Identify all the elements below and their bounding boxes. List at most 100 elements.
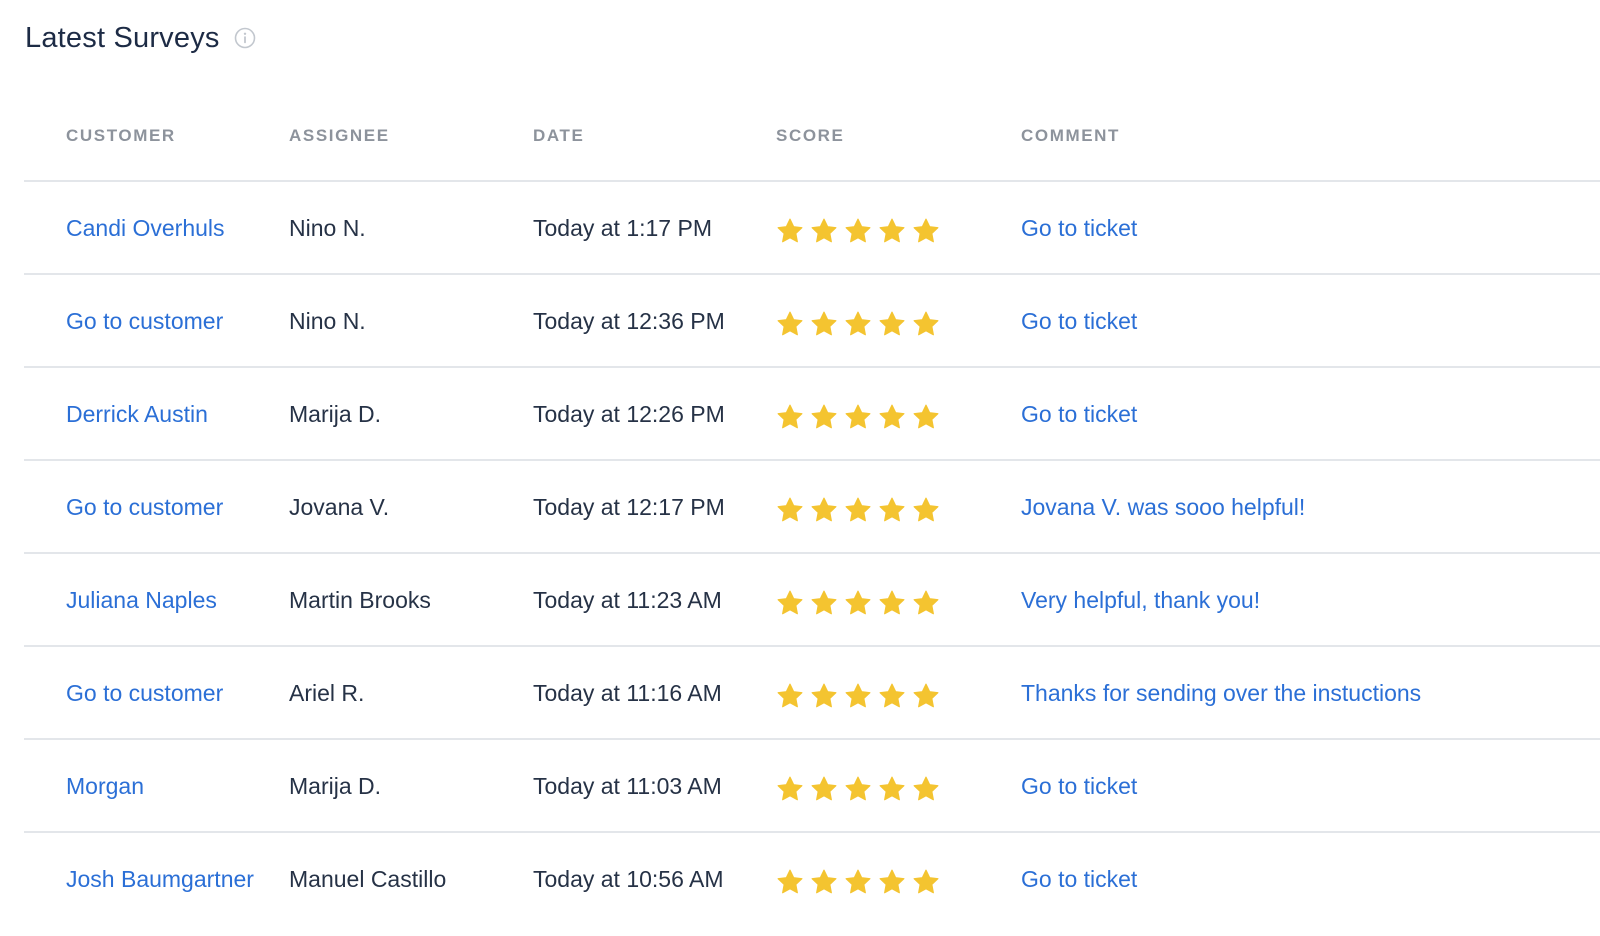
star-rating	[776, 868, 940, 896]
table-row[interactable]: Go to customer Ariel R. Today at 11:16 AM T…	[24, 647, 1600, 740]
customer-link[interactable]: Josh Baumgartner	[66, 861, 254, 897]
assignee-cell: Marija D.	[289, 772, 382, 799]
star-icon	[878, 403, 906, 431]
star-icon	[776, 775, 804, 803]
star-icon	[776, 217, 804, 245]
star-icon	[776, 496, 804, 524]
customer-link[interactable]: Derrick Austin	[66, 396, 208, 432]
comment-cell: Go to ticket	[1021, 275, 1581, 366]
comment-cell: Very helpful, thank you!	[1021, 554, 1581, 645]
star-icon	[878, 868, 906, 896]
date-cell: Today at 1:17 PM	[533, 214, 712, 241]
star-icon	[912, 310, 940, 338]
comment-link[interactable]: Jovana V. was sooo helpful!	[1021, 489, 1305, 525]
star-icon	[844, 310, 872, 338]
star-icon	[810, 775, 838, 803]
customer-cell: Morgan	[66, 740, 266, 831]
customer-link[interactable]: Go to customer	[66, 489, 223, 525]
star-icon	[810, 868, 838, 896]
customer-link[interactable]: Go to customer	[66, 675, 223, 711]
customer-link[interactable]: Juliana Naples	[66, 582, 217, 618]
table-row[interactable]: Derrick Austin Marija D. Today at 12:26 PM…	[24, 368, 1600, 461]
assignee-cell: Ariel R.	[289, 679, 365, 706]
star-icon	[844, 403, 872, 431]
table-row[interactable]: Go to customer Jovana V. Today at 12:17 PM…	[24, 461, 1600, 554]
table-row[interactable]: Juliana Naples Martin Brooks Today at 11:2…	[24, 554, 1600, 647]
column-header-date[interactable]: DATE	[533, 126, 584, 146]
customer-cell: Candi Overhuls	[66, 182, 266, 273]
assignee-cell: Marija D.	[289, 400, 382, 427]
table-header: CUSTOMER ASSIGNEE DATE SCORE COMMENT	[24, 90, 1600, 182]
comment-cell: Jovana V. was sooo helpful!	[1021, 461, 1581, 552]
star-icon	[878, 775, 906, 803]
comment-cell: Go to ticket	[1021, 182, 1581, 273]
score-cell	[776, 368, 996, 459]
star-icon	[810, 310, 838, 338]
assignee-cell: Nino N.	[289, 307, 366, 334]
star-icon	[810, 682, 838, 710]
comment-cell: Thanks for sending over the instuctions	[1021, 647, 1581, 738]
comment-link[interactable]: Go to ticket	[1021, 768, 1137, 804]
table-row[interactable]: Candi Overhuls Nino N. Today at 1:17 PM Go …	[24, 182, 1600, 275]
score-cell	[776, 275, 996, 366]
column-header-customer[interactable]: CUSTOMER	[66, 126, 176, 146]
customer-link[interactable]: Candi Overhuls	[66, 210, 225, 246]
comment-link[interactable]: Very helpful, thank you!	[1021, 582, 1260, 618]
date-cell: Today at 12:17 PM	[533, 493, 725, 520]
comment-link[interactable]: Go to ticket	[1021, 210, 1137, 246]
customer-cell: Go to customer	[66, 647, 266, 738]
info-icon[interactable]	[234, 27, 256, 49]
star-icon	[912, 775, 940, 803]
star-icon	[878, 217, 906, 245]
customer-cell: Juliana Naples	[66, 554, 266, 645]
star-icon	[912, 403, 940, 431]
star-rating	[776, 217, 940, 245]
assignee-cell: Martin Brooks	[289, 586, 431, 613]
star-icon	[844, 682, 872, 710]
date-cell: Today at 11:03 AM	[533, 772, 722, 799]
star-icon	[844, 775, 872, 803]
comment-link[interactable]: Go to ticket	[1021, 303, 1137, 339]
date-cell: Today at 12:36 PM	[533, 307, 725, 334]
column-header-comment[interactable]: COMMENT	[1021, 126, 1120, 146]
assignee-cell: Manuel Castillo	[289, 865, 447, 892]
score-cell	[776, 647, 996, 738]
customer-cell: Go to customer	[66, 275, 266, 366]
star-icon	[878, 589, 906, 617]
star-rating	[776, 589, 940, 617]
star-icon	[878, 310, 906, 338]
score-cell	[776, 740, 996, 831]
column-header-assignee[interactable]: ASSIGNEE	[289, 126, 390, 146]
table-row[interactable]: Go to customer Nino N. Today at 12:36 PM Go…	[24, 275, 1600, 368]
star-icon	[810, 403, 838, 431]
page-title: Latest Surveys	[25, 21, 220, 54]
comment-link[interactable]: Go to ticket	[1021, 396, 1137, 432]
date-cell: Today at 11:16 AM	[533, 679, 722, 706]
customer-link[interactable]: Morgan	[66, 768, 144, 804]
star-icon	[878, 496, 906, 524]
comment-link[interactable]: Thanks for sending over the instuctions	[1021, 675, 1421, 711]
star-icon	[776, 403, 804, 431]
column-header-score[interactable]: SCORE	[776, 126, 844, 146]
table-row[interactable]: Josh Baumgartner Manuel Castillo Today at …	[24, 833, 1600, 924]
date-cell: Today at 12:26 PM	[533, 400, 725, 427]
date-cell: Today at 10:56 AM	[533, 865, 724, 892]
comment-link[interactable]: Go to ticket	[1021, 861, 1137, 897]
customer-link[interactable]: Go to customer	[66, 303, 223, 339]
star-rating	[776, 682, 940, 710]
star-icon	[844, 496, 872, 524]
star-icon	[912, 682, 940, 710]
assignee-cell: Jovana V.	[289, 493, 390, 520]
star-icon	[810, 217, 838, 245]
comment-cell: Go to ticket	[1021, 740, 1581, 831]
assignee-cell: Nino N.	[289, 214, 366, 241]
star-icon	[912, 217, 940, 245]
date-cell: Today at 11:23 AM	[533, 586, 722, 613]
star-icon	[912, 868, 940, 896]
customer-cell: Derrick Austin	[66, 368, 266, 459]
score-cell	[776, 461, 996, 552]
table-row[interactable]: Morgan Marija D. Today at 11:03 AM Go to ti…	[24, 740, 1600, 833]
customer-cell: Josh Baumgartner	[66, 833, 266, 924]
star-icon	[912, 589, 940, 617]
star-icon	[844, 589, 872, 617]
